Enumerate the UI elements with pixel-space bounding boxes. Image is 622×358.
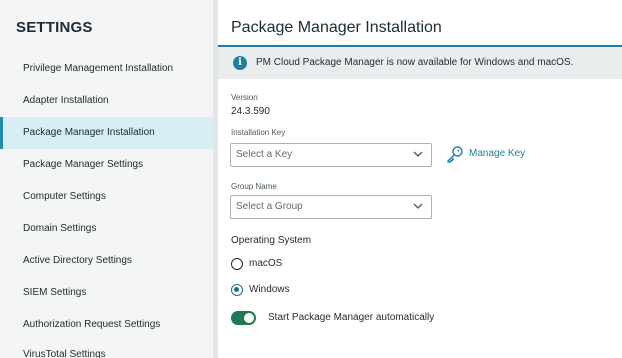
version-label: Version [231, 93, 258, 102]
chevron-down-icon [413, 151, 423, 157]
sidebar-item-adapter-installation[interactable]: Adapter Installation [0, 85, 213, 117]
sidebar-item-siem-settings[interactable]: SIEM Settings [0, 277, 213, 309]
group-name-placeholder: Select a Group [236, 201, 303, 212]
sidebar-item-label: Adapter Installation [23, 95, 109, 106]
sidebar-item-active-directory-settings[interactable]: Active Directory Settings [0, 245, 213, 277]
sidebar-item-computer-settings[interactable]: Computer Settings [0, 181, 213, 213]
sidebar-item-label: VirusTotal Settings [23, 349, 106, 358]
sidebar-item-label: Package Manager Settings [23, 159, 144, 170]
installation-key-select[interactable]: Select a Key [230, 143, 432, 167]
installation-key-label: Installation Key [231, 128, 286, 137]
sidebar-item-label: Privilege Management Installation [23, 63, 174, 74]
chevron-down-icon [413, 203, 423, 209]
page-title: Package Manager Installation [231, 19, 442, 36]
auto-start-toggle[interactable] [231, 311, 256, 325]
installation-key-placeholder: Select a Key [236, 149, 293, 160]
sidebar-item-package-manager-settings[interactable]: Package Manager Settings [0, 149, 213, 181]
sidebar-item-virustotal-settings[interactable]: VirusTotal Settings [0, 339, 213, 358]
group-name-select[interactable]: Select a Group [230, 195, 432, 219]
settings-sidebar: SETTINGS Privilege Management Installati… [0, 0, 213, 358]
banner-text: PM Cloud Package Manager is now availabl… [256, 57, 574, 68]
key-icon [447, 146, 463, 163]
sidebar-item-label: SIEM Settings [23, 287, 87, 298]
sidebar-item-privilege-management-installation[interactable]: Privilege Management Installation [0, 53, 213, 85]
manage-key-label: Manage Key [469, 148, 526, 159]
sidebar-item-package-manager-installation[interactable]: Package Manager Installation [0, 117, 213, 149]
sidebar-item-label: Computer Settings [23, 191, 106, 202]
group-name-label: Group Name [231, 182, 277, 191]
radio-macos[interactable] [231, 258, 243, 270]
sidebar-item-label: Package Manager Installation [23, 127, 155, 138]
info-icon: i [233, 56, 247, 70]
version-value: 24.3.590 [231, 106, 270, 117]
toggle-knob [244, 313, 254, 323]
sidebar-item-label: Domain Settings [23, 223, 97, 234]
sidebar-item-label: Active Directory Settings [23, 255, 132, 266]
auto-start-label: Start Package Manager automatically [268, 312, 435, 323]
sidebar-item-authorization-request-settings[interactable]: Authorization Request Settings [0, 309, 213, 341]
operating-system-label: Operating System [231, 235, 312, 246]
radio-macos-label: macOS [249, 258, 283, 269]
sidebar-item-domain-settings[interactable]: Domain Settings [0, 213, 213, 245]
sidebar-title: SETTINGS [16, 19, 93, 36]
radio-windows[interactable] [231, 284, 243, 296]
radio-windows-label: Windows [249, 284, 290, 295]
sidebar-item-label: Authorization Request Settings [23, 319, 161, 330]
